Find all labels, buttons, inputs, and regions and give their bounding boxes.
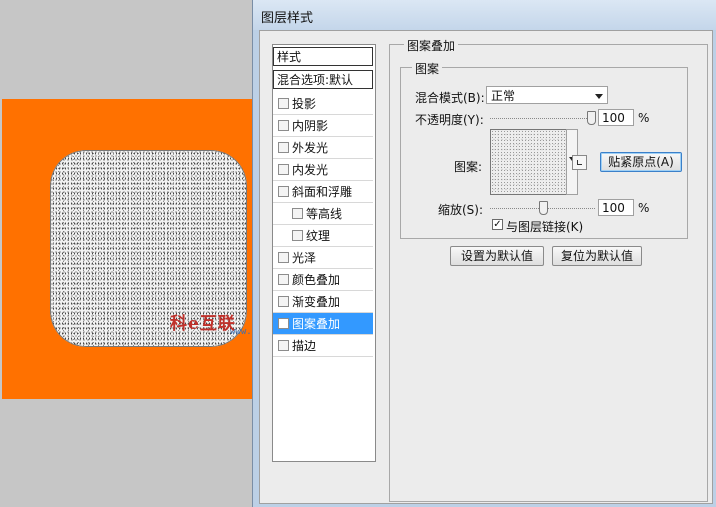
style-item[interactable]: 斜面和浮雕 bbox=[273, 181, 373, 203]
style-item-checkbox[interactable] bbox=[278, 98, 289, 109]
style-item-checkbox[interactable] bbox=[278, 164, 289, 175]
opacity-unit: % bbox=[638, 111, 650, 125]
style-item[interactable]: 投影 bbox=[273, 93, 373, 115]
reset-default-button[interactable]: 复位为默认值 bbox=[552, 246, 642, 266]
style-item[interactable]: 内发光 bbox=[273, 159, 373, 181]
style-item-checkbox[interactable] bbox=[278, 274, 289, 285]
style-item-checkbox[interactable] bbox=[278, 296, 289, 307]
scale-input[interactable]: 100 bbox=[598, 199, 634, 216]
opacity-slider-track[interactable] bbox=[490, 118, 595, 119]
style-item[interactable]: 图案叠加 bbox=[273, 313, 373, 335]
style-item-checkbox[interactable] bbox=[292, 208, 303, 219]
style-item-checkbox[interactable] bbox=[278, 340, 289, 351]
style-item-label: 光泽 bbox=[292, 251, 317, 265]
blend-mode-value: 正常 bbox=[491, 89, 516, 103]
style-item-checkbox[interactable] bbox=[278, 120, 289, 131]
scale-label: 缩放(S): bbox=[438, 203, 484, 217]
pattern-label: 图案: bbox=[454, 160, 483, 174]
set-default-button[interactable]: 设置为默认值 bbox=[450, 246, 544, 266]
scale-unit: % bbox=[638, 201, 650, 215]
style-item-label: 斜面和浮雕 bbox=[292, 185, 353, 199]
style-item-checkbox[interactable] bbox=[278, 318, 289, 329]
blend-mode-label: 混合模式(B): bbox=[415, 91, 485, 105]
style-item-label: 外发光 bbox=[292, 141, 329, 155]
chevron-down-icon bbox=[595, 94, 603, 99]
style-item-label: 颜色叠加 bbox=[292, 273, 341, 287]
style-item-checkbox[interactable] bbox=[278, 186, 289, 197]
style-list: 样式 混合选项:默认 投影内阴影外发光内发光斜面和浮雕等高线纹理光泽颜色叠加渐变… bbox=[272, 44, 376, 462]
opacity-label: 不透明度(Y): bbox=[415, 113, 484, 127]
layer-style-dialog: 图层样式 样式 混合选项:默认 投影内阴影外发光内发光斜面和浮雕等高线纹理光泽颜… bbox=[252, 0, 716, 507]
opacity-input[interactable]: 100 bbox=[598, 109, 634, 126]
blend-mode-select[interactable]: 正常 bbox=[486, 86, 608, 104]
style-item[interactable]: 内阴影 bbox=[273, 115, 373, 137]
scale-slider-thumb[interactable] bbox=[538, 201, 548, 215]
snap-to-origin-button[interactable]: 贴紧原点(A) bbox=[600, 152, 682, 172]
style-item-checkbox[interactable] bbox=[278, 252, 289, 263]
pattern-picker-swatch[interactable] bbox=[490, 129, 567, 195]
style-item-label: 投影 bbox=[292, 97, 317, 111]
pattern-subgroup-title: 图案 bbox=[412, 60, 443, 77]
style-item[interactable]: 渐变叠加 bbox=[273, 291, 373, 313]
style-item[interactable]: 描边 bbox=[273, 335, 373, 357]
watermark-logo: 科e互联 bbox=[170, 314, 236, 334]
link-with-layer-label: 与图层链接(K) bbox=[506, 220, 584, 234]
opacity-slider-thumb[interactable] bbox=[587, 111, 596, 125]
style-item-label: 描边 bbox=[292, 339, 317, 353]
style-item[interactable]: 颜色叠加 bbox=[273, 269, 373, 291]
style-item-label: 内发光 bbox=[292, 163, 329, 177]
style-item[interactable]: 纹理 bbox=[273, 225, 373, 247]
style-item[interactable]: 等高线 bbox=[273, 203, 373, 225]
style-item[interactable]: 外发光 bbox=[273, 137, 373, 159]
style-list-header[interactable]: 样式 bbox=[273, 47, 373, 66]
style-item-label: 渐变叠加 bbox=[292, 295, 341, 309]
blend-options-item[interactable]: 混合选项:默认 bbox=[273, 70, 373, 89]
style-item-label: 图案叠加 bbox=[292, 317, 341, 331]
style-item-checkbox[interactable] bbox=[292, 230, 303, 241]
style-item[interactable]: 光泽 bbox=[273, 247, 373, 269]
dialog-body: 样式 混合选项:默认 投影内阴影外发光内发光斜面和浮雕等高线纹理光泽颜色叠加渐变… bbox=[259, 30, 713, 504]
style-item-label: 纹理 bbox=[306, 229, 331, 243]
style-item-label: 等高线 bbox=[306, 207, 343, 221]
pattern-overlay-group-title: 图案叠加 bbox=[404, 37, 459, 54]
dialog-title: 图层样式 bbox=[261, 11, 314, 26]
link-with-layer-checkbox[interactable]: ✓ bbox=[492, 219, 503, 230]
new-preset-icon[interactable] bbox=[572, 155, 587, 170]
dialog-titlebar[interactable]: 图层样式 bbox=[253, 0, 716, 30]
style-item-label: 内阴影 bbox=[292, 119, 329, 133]
style-item-checkbox[interactable] bbox=[278, 142, 289, 153]
